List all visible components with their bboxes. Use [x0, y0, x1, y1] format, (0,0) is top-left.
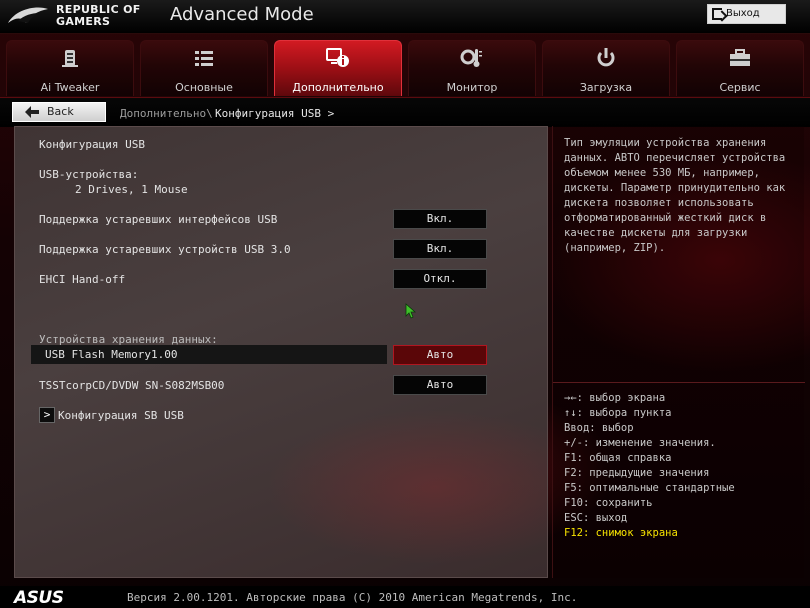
- section-title: Конфигурация USB: [39, 138, 145, 151]
- key-hint-screenshot: F12: снимок экрана: [564, 527, 678, 539]
- rog-brand-text: REPUBLIC OF GAMERS: [56, 4, 141, 28]
- exit-label: Выход: [726, 8, 760, 19]
- tab-label: Ai Tweaker: [40, 81, 100, 94]
- sb-usb-config-link[interactable]: Конфигурация SB USB: [58, 409, 184, 422]
- back-arrow-icon: [25, 106, 39, 118]
- brand-line-2: GAMERS: [56, 15, 111, 28]
- tab-label: Загрузка: [579, 81, 633, 94]
- key-hint: →←: выбор экрана: [564, 392, 666, 404]
- advanced-info-icon: [275, 47, 401, 69]
- tab-label: Основные: [175, 81, 233, 94]
- ehci-handoff-value-button[interactable]: Откл.: [393, 269, 487, 289]
- exit-button[interactable]: Выход: [707, 4, 786, 24]
- footer-bar: ASUS Версия 2.00.1201. Авторские права (…: [0, 586, 810, 608]
- key-legend: →←: выбор экрана ↑↓: выбора пункта Ввод:…: [564, 391, 800, 541]
- help-description: Тип эмуляции устройства хранения данных.…: [564, 137, 786, 254]
- key-hint: F10: сохранить: [564, 497, 653, 509]
- power-icon: [543, 47, 669, 69]
- breadcrumb-parent[interactable]: Дополнительно\: [120, 107, 213, 120]
- tab-boot[interactable]: Загрузка: [542, 40, 670, 96]
- key-hint: +/-: изменение значения.: [564, 437, 716, 449]
- thermometer-icon: [409, 47, 535, 69]
- key-hint: F1: общая справка: [564, 452, 672, 464]
- list-icon: [141, 47, 267, 69]
- tab-label: Дополнительно: [292, 81, 384, 94]
- settings-panel: Конфигурация USB USB-устройства: 2 Drive…: [14, 126, 548, 578]
- usb-devices-label: USB-устройства:: [39, 168, 139, 181]
- ehci-handoff-label: EHCI Hand-off: [39, 273, 126, 286]
- storage-row-selected[interactable]: USB Flash Memory1.00: [31, 345, 387, 364]
- dvd-drive-emulation-button[interactable]: Авто: [393, 375, 487, 395]
- legacy-usb-label: Поддержка устаревших интерфейсов USB: [39, 213, 278, 226]
- usb-devices-value: 2 Drives, 1 Mouse: [75, 183, 188, 196]
- breadcrumb-bar: Back Дополнительно\ Конфигурация USB >: [0, 97, 810, 127]
- help-divider: [553, 382, 805, 383]
- back-button[interactable]: Back: [12, 102, 106, 122]
- key-hint: Ввод: выбор: [564, 422, 634, 434]
- tab-ai-tweaker[interactable]: Ai Tweaker: [6, 40, 134, 96]
- asus-logo: ASUS: [14, 588, 64, 608]
- legacy-usb3-label: Поддержка устаревших устройств USB 3.0: [39, 243, 291, 256]
- rog-eye-logo-icon: [8, 7, 48, 23]
- key-hint: F5: оптимальные стандартные: [564, 482, 735, 494]
- mode-title: Advanced Mode: [170, 4, 314, 25]
- usb-flash-emulation-button[interactable]: Авто: [393, 345, 487, 365]
- tab-label: Сервис: [719, 81, 761, 94]
- top-header: REPUBLIC OF GAMERS Advanced Mode Выход: [0, 0, 810, 34]
- back-label: Back: [47, 105, 74, 118]
- version-copyright: Версия 2.00.1201. Авторские права (C) 20…: [127, 591, 578, 604]
- tab-main[interactable]: Основные: [140, 40, 268, 96]
- tab-tool[interactable]: Сервис: [676, 40, 804, 96]
- key-hint: ↑↓: выбора пункта: [564, 407, 672, 419]
- dvd-drive-label: TSSTcorpCD/DVDW SN-S082MSB00: [39, 379, 225, 392]
- usb-flash-label: USB Flash Memory1.00: [45, 348, 178, 361]
- breadcrumb-current: Конфигурация USB >: [215, 107, 335, 120]
- exit-icon: [712, 8, 722, 20]
- tab-advanced[interactable]: Дополнительно: [274, 40, 402, 96]
- key-hint: ESC: выход: [564, 512, 628, 524]
- submenu-arrow-icon[interactable]: >: [39, 407, 55, 423]
- key-hint: F2: предыдущие значения: [564, 467, 710, 479]
- tab-monitor[interactable]: Монитор: [408, 40, 536, 96]
- tweaker-icon: [7, 47, 133, 69]
- legacy-usb3-value-button[interactable]: Вкл.: [393, 239, 487, 259]
- mouse-cursor-icon: [405, 303, 417, 319]
- tab-label: Монитор: [446, 81, 498, 94]
- help-panel: Тип эмуляции устройства хранения данных.…: [552, 126, 805, 578]
- legacy-usb-value-button[interactable]: Вкл.: [393, 209, 487, 229]
- main-tabs: Ai Tweaker Основные Дополнительно Монито…: [6, 40, 810, 96]
- toolbox-icon: [677, 47, 803, 69]
